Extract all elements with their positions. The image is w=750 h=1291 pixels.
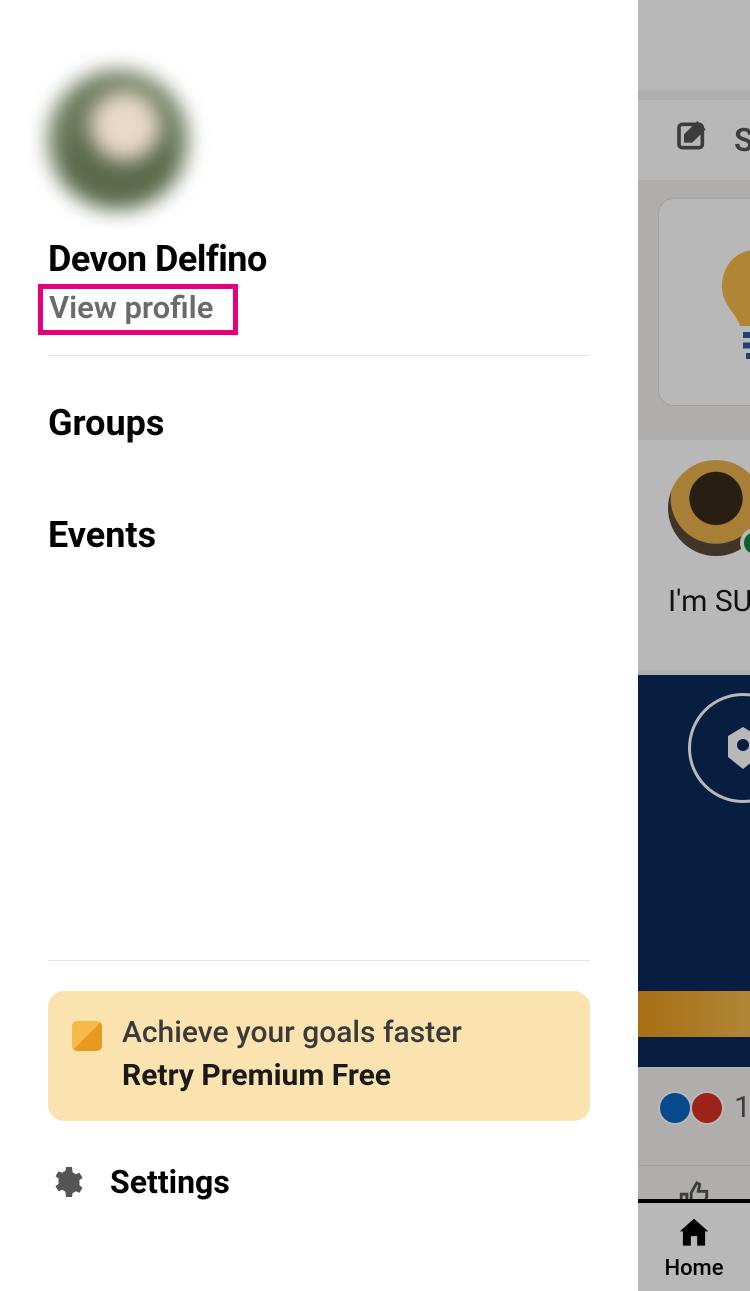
premium-line2: Retry Premium Free	[122, 1058, 462, 1093]
lightbulb-icon	[713, 242, 750, 362]
reactions-row[interactable]: 12	[658, 1090, 750, 1125]
online-badge	[740, 528, 750, 558]
spacer	[48, 626, 590, 960]
bg-header	[638, 0, 750, 90]
post-body-text: I'm SU	[668, 584, 730, 619]
feed-background: S I'm SU 12	[638, 0, 750, 1291]
side-drawer: Devon Delfino View profile Groups Events…	[0, 0, 638, 1291]
card-cta-bar	[638, 991, 750, 1037]
seal-icon	[688, 693, 750, 803]
premium-icon	[72, 1021, 102, 1051]
settings-item[interactable]: Settings	[48, 1163, 590, 1201]
compose-icon	[674, 116, 714, 164]
drawer-nav: Groups Events	[48, 402, 590, 626]
profile-section[interactable]: Devon Delfino View profile	[48, 0, 590, 335]
feed-post[interactable]: I'm SU	[638, 440, 750, 670]
nav-item-groups[interactable]: Groups	[48, 402, 590, 444]
settings-label: Settings	[110, 1163, 230, 1201]
premium-text: Achieve your goals faster Retry Premium …	[122, 1015, 462, 1093]
divider	[48, 355, 590, 356]
suggestion-card[interactable]	[658, 198, 750, 406]
heart-reaction-icon	[690, 1091, 724, 1125]
sponsored-card[interactable]	[638, 675, 750, 1067]
divider	[48, 960, 590, 961]
home-icon[interactable]	[674, 1214, 714, 1252]
compose-text: S	[734, 121, 750, 159]
nav-item-events[interactable]: Events	[48, 514, 590, 556]
user-name: Devon Delfino	[48, 238, 590, 280]
like-reaction-icon	[658, 1091, 692, 1125]
premium-upsell[interactable]: Achieve your goals faster Retry Premium …	[48, 991, 590, 1121]
post-author-avatar[interactable]	[668, 460, 750, 556]
view-profile-link[interactable]: View profile	[49, 289, 213, 326]
gear-icon	[48, 1164, 84, 1200]
user-avatar[interactable]	[48, 70, 188, 210]
view-profile-highlight: View profile	[38, 284, 238, 335]
reactions-count: 12	[734, 1090, 750, 1125]
post-actions-row[interactable]	[638, 1165, 750, 1199]
bottom-tab-bar: Home	[638, 1199, 750, 1291]
app-root: S I'm SU 12	[0, 0, 750, 1291]
tab-label-home[interactable]: Home	[664, 1256, 723, 1281]
compose-bar[interactable]: S	[638, 100, 750, 180]
premium-line1: Achieve your goals faster	[122, 1015, 462, 1050]
